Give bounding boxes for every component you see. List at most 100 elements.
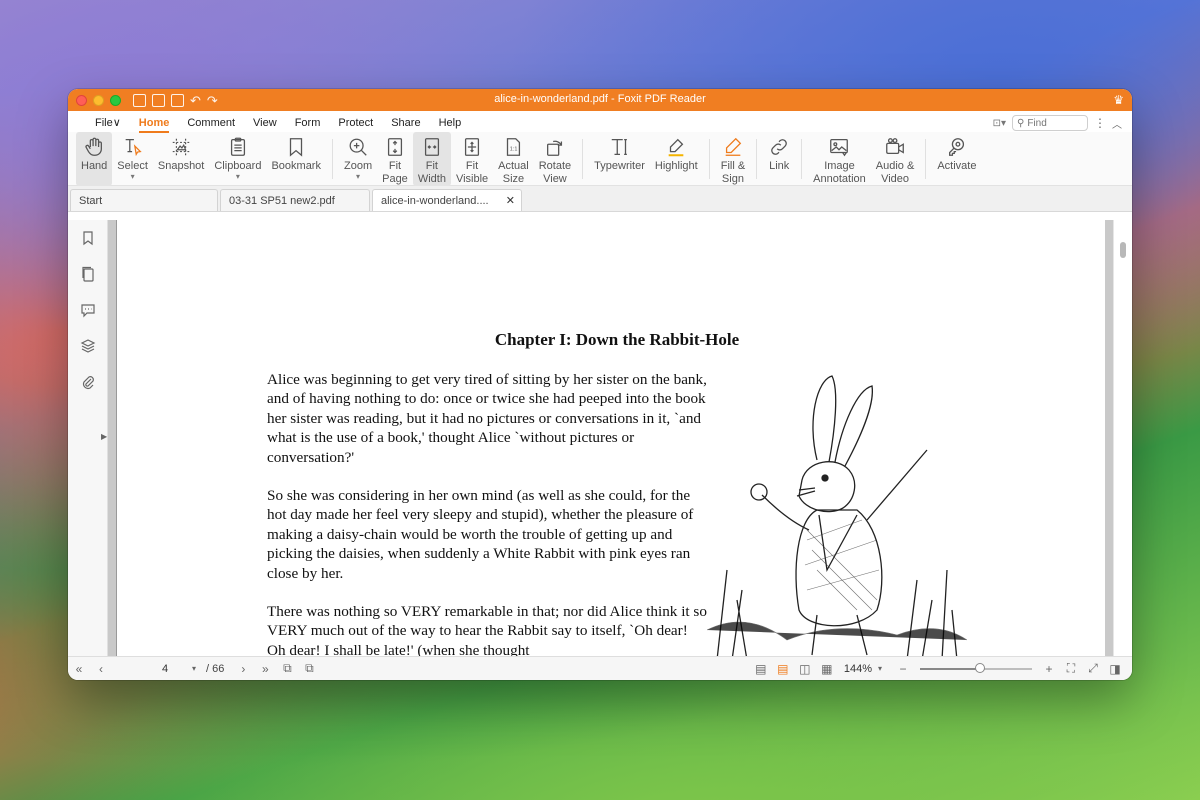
close-tab-icon[interactable]: ✕ — [506, 194, 515, 207]
fit-screen-icon[interactable]: ⛶ — [1060, 658, 1082, 680]
find-input[interactable] — [1027, 117, 1080, 129]
last-page-icon[interactable]: » — [254, 658, 276, 680]
zoom-dropdown-icon[interactable]: ▾ — [356, 173, 360, 181]
tab-sp51-pdf[interactable]: 03-31 SP51 new2.pdf — [220, 189, 370, 211]
tab-label: alice-in-wonderland.... — [381, 194, 489, 207]
zoom-dropdown-icon[interactable]: ▾ — [878, 664, 882, 673]
highlight-icon — [665, 136, 687, 158]
link-button[interactable]: Link — [763, 132, 795, 186]
search-icon: ⚲ — [1017, 117, 1025, 129]
minimize-window-button[interactable] — [93, 94, 104, 106]
attachments-panel-icon[interactable] — [68, 364, 108, 400]
next-page-icon[interactable]: › — [232, 658, 254, 680]
close-window-button[interactable] — [76, 94, 87, 106]
menu-home[interactable]: Home — [130, 117, 179, 133]
tab-label: Start — [79, 194, 103, 207]
chapter-title: Chapter I: Down the Rabbit-Hole — [494, 330, 740, 349]
paragraph: There was nothing so VERY remarkable in … — [267, 603, 707, 656]
more-options-icon[interactable]: ⋮ — [1094, 116, 1106, 130]
activate-button[interactable]: Activate — [932, 132, 981, 186]
fill-sign-label-1: Fill & — [720, 160, 746, 172]
pages-panel-icon[interactable] — [68, 256, 108, 292]
zoom-slider[interactable] — [920, 662, 1032, 673]
find-field[interactable]: ⚲ — [1012, 115, 1088, 131]
snapshot-button[interactable]: Snapshot — [153, 132, 209, 186]
typewriter-button[interactable]: Typewriter — [589, 132, 650, 186]
hand-icon — [83, 136, 105, 158]
fill-sign-icon — [722, 136, 744, 158]
select-tool-button[interactable]: Select ▾ — [112, 132, 153, 186]
select-dropdown-icon[interactable]: ▾ — [131, 173, 135, 181]
clipboard-button[interactable]: Clipboard ▾ — [209, 132, 266, 186]
zoom-button[interactable]: Zoom ▾ — [339, 132, 377, 186]
facing-page-icon[interactable]: ◫ — [794, 658, 816, 680]
tab-alice-in-wonderland[interactable]: alice-in-wonderland.... ✕ — [372, 189, 522, 211]
menu-file[interactable]: File∨ — [86, 116, 130, 132]
tab-start[interactable]: Start — [70, 189, 218, 211]
menu-share[interactable]: Share — [382, 117, 429, 132]
layers-panel-icon[interactable] — [68, 328, 108, 364]
menu-help[interactable]: Help — [430, 117, 471, 132]
zoom-in-icon[interactable]: + — [1038, 658, 1060, 680]
menu-protect[interactable]: Protect — [329, 117, 382, 132]
print-icon[interactable] — [171, 93, 184, 107]
zoom-window-button[interactable] — [110, 94, 121, 106]
undo-icon[interactable]: ↶ — [190, 94, 201, 107]
link-label: Link — [769, 160, 790, 172]
redo-icon[interactable]: ↷ — [207, 94, 218, 107]
toolbar-separator — [582, 139, 584, 179]
highlight-button[interactable]: Highlight — [650, 132, 703, 186]
fit-width-button[interactable]: Fit Width — [412, 132, 451, 186]
continuous-facing-icon[interactable]: ▦ — [816, 658, 838, 680]
expand-sidebar-icon[interactable]: ▶ — [101, 432, 107, 441]
fit-page-label-1: Fit — [388, 160, 402, 172]
first-page-icon[interactable]: « — [68, 658, 90, 680]
previous-page-icon[interactable]: ‹ — [90, 658, 112, 680]
bookmark-icon — [285, 136, 307, 158]
workspace: ▶ Chapter I: Down the Rabbit-Hole Alice … — [68, 220, 1132, 656]
menu-form[interactable]: Form — [286, 117, 330, 132]
vertical-scrollbar[interactable] — [1113, 220, 1132, 656]
zoom-out-icon[interactable]: − — [892, 658, 914, 680]
quick-access-toolbar: ↶ ↷ — [133, 93, 218, 107]
image-annotation-button[interactable]: Image Annotation — [808, 132, 871, 186]
zoom-icon — [347, 136, 369, 158]
fit-page-button[interactable]: Fit Page — [377, 132, 413, 186]
comments-panel-icon[interactable] — [68, 292, 108, 328]
app-window: ↶ ↷ alice-in-wonderland.pdf - Foxit PDF … — [68, 89, 1132, 680]
next-view-icon[interactable]: ⧉ — [298, 658, 320, 680]
rotate-view-button[interactable]: Rotate View — [534, 132, 576, 186]
previous-view-icon[interactable]: ⧉ — [276, 658, 298, 680]
zoom-level[interactable]: 144% — [844, 663, 872, 675]
toggle-panel-icon[interactable]: ◨ — [1104, 658, 1126, 680]
bookmark-button[interactable]: Bookmark — [266, 132, 326, 186]
search-options-icon[interactable]: ⊡▾ — [993, 118, 1006, 129]
continuous-page-icon[interactable]: ▤ — [772, 658, 794, 680]
page-number-field[interactable]: 4 ▾ — [112, 663, 202, 675]
document-viewer[interactable]: Chapter I: Down the Rabbit-Hole Alice wa… — [108, 220, 1132, 656]
audio-video-button[interactable]: Audio & Video — [871, 132, 920, 186]
actual-size-icon: 1:1 — [502, 136, 524, 158]
collapse-ribbon-icon[interactable]: ︿ — [1112, 116, 1122, 131]
clipboard-dropdown-icon[interactable]: ▾ — [236, 173, 240, 181]
bookmarks-panel-icon[interactable] — [68, 220, 108, 256]
fit-visible-button[interactable]: Fit Visible — [451, 132, 493, 186]
fill-sign-button[interactable]: Fill & Sign — [716, 132, 750, 186]
single-page-icon[interactable]: ▤ — [750, 658, 772, 680]
document-tab-bar: Start 03-31 SP51 new2.pdf alice-in-wonde… — [68, 186, 1132, 212]
zoom-slider-knob[interactable] — [975, 662, 986, 673]
crown-icon[interactable]: ♛ — [1113, 93, 1124, 107]
page-dropdown-icon[interactable]: ▾ — [192, 664, 196, 673]
full-screen-icon[interactable]: ⤢ — [1082, 658, 1104, 680]
save-icon[interactable] — [152, 93, 165, 107]
menu-comment[interactable]: Comment — [178, 117, 244, 132]
actual-size-label-2: Size — [502, 173, 525, 185]
menu-view[interactable]: View — [244, 117, 286, 132]
window-title: alice-in-wonderland.pdf - Foxit PDF Read… — [494, 93, 706, 105]
fit-page-label-2: Page — [382, 173, 408, 185]
actual-size-button[interactable]: 1:1 Actual Size — [493, 132, 534, 186]
scrollbar-thumb[interactable] — [1120, 242, 1126, 258]
hand-tool-button[interactable]: Hand — [76, 132, 113, 186]
paragraph: Alice was beginning to get very tired of… — [267, 371, 707, 466]
open-file-icon[interactable] — [133, 93, 146, 107]
